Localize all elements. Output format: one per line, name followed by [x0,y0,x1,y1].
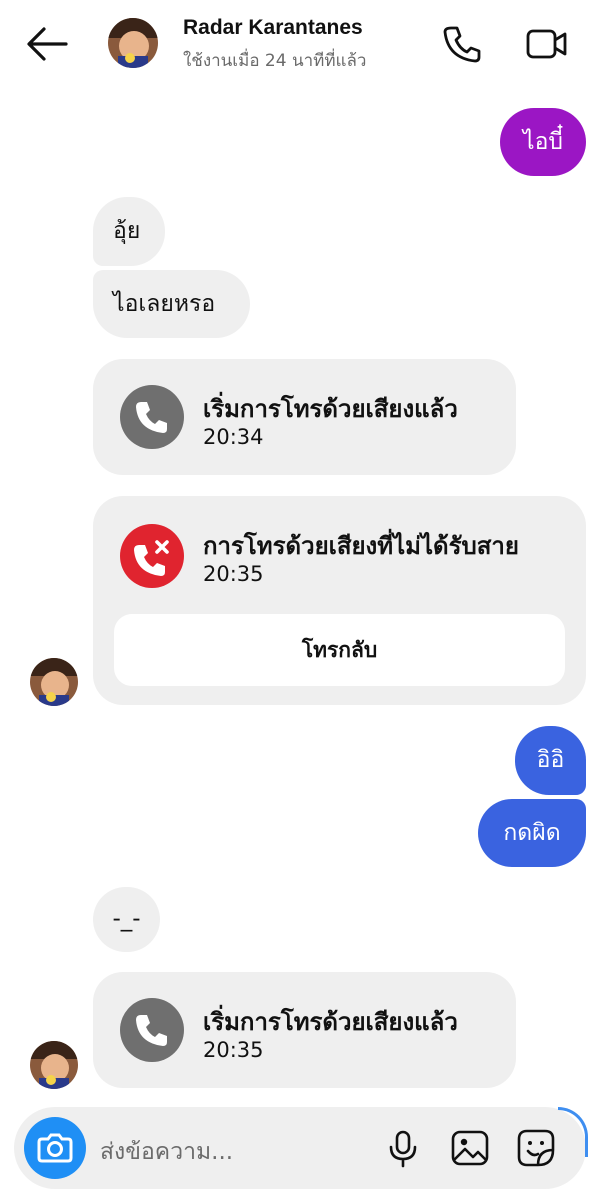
camera-icon[interactable] [24,1117,86,1179]
contact-name[interactable]: Radar Karantanes [183,16,363,40]
phone-icon[interactable] [440,22,484,66]
call-back-button[interactable]: โทรกลับ [114,614,565,686]
message-text: อุ้ย [113,218,141,244]
call-title: การโทรด้วยเสียงที่ไม่ได้รับสาย [203,532,519,560]
message-text: อิอิ [536,747,565,773]
microphone-icon[interactable] [382,1127,424,1169]
call-title: เริ่มการโทรด้วยเสียงแล้ว [203,1008,458,1036]
outgoing-message[interactable]: ไอบี๋ [500,108,586,176]
gallery-icon[interactable] [449,1127,491,1169]
sticker-icon[interactable] [515,1127,557,1169]
active-status: ใช้งานเมื่อ 24 นาทีที่แล้ว [183,51,367,71]
outgoing-message[interactable]: กดผิด [478,799,586,867]
message-input[interactable]: ส่งข้อความ... [100,1134,233,1170]
phone-icon [120,385,184,449]
outgoing-message[interactable]: อิอิ [515,726,586,795]
call-started-card[interactable]: เริ่มการโทรด้วยเสียงแล้ว 20:34 [93,359,516,475]
call-time: 20:34 [203,425,264,449]
message-text: -_- [112,906,141,932]
chat-header: Radar Karantanes ใช้งานเมื่อ 24 นาทีที่แ… [0,0,600,90]
contact-avatar[interactable] [30,658,78,706]
message-text: กดผิด [503,819,561,846]
back-arrow-icon[interactable] [26,26,68,62]
message-text: ไอเลยหรอ [113,290,216,317]
call-started-card[interactable]: เริ่มการโทรด้วยเสียงแล้ว 20:35 [93,972,516,1088]
missed-call-card[interactable]: การโทรด้วยเสียงที่ไม่ได้รับสาย 20:35 โทร… [93,496,586,705]
composer-focus-edge [558,1107,588,1157]
contact-avatar[interactable] [108,18,158,68]
message-composer: ส่งข้อความ... [14,1107,588,1189]
contact-avatar[interactable] [30,1041,78,1089]
video-camera-icon[interactable] [524,22,568,66]
message-text: ไอบี๋ [523,128,563,155]
incoming-message[interactable]: -_- [93,887,160,952]
call-time: 20:35 [203,562,264,586]
incoming-message[interactable]: ไอเลยหรอ [93,270,250,338]
missed-call-icon [120,524,184,588]
phone-icon [120,998,184,1062]
call-time: 20:35 [203,1038,264,1062]
call-title: เริ่มการโทรด้วยเสียงแล้ว [203,395,458,423]
incoming-message[interactable]: อุ้ย [93,197,165,266]
